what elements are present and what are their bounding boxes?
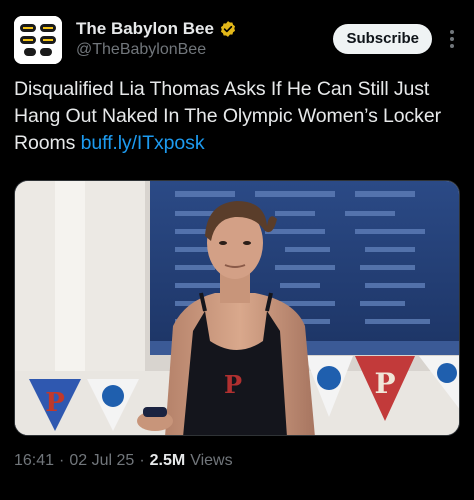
views-label: Views [190,452,233,469]
views-count[interactable]: 2.5M [150,452,186,470]
post-date[interactable]: 02 Jul 25 [69,452,134,470]
post-body: Disqualified Lia Thomas Asks If He Can S… [14,76,460,157]
subscribe-button[interactable]: Subscribe [333,24,432,54]
banner-letter: P [45,388,65,418]
verified-badge-icon [220,21,235,37]
post-header: The Babylon Bee @TheBabylonBee Subscribe [14,16,460,68]
photo-image: P P P [15,181,459,435]
display-name[interactable]: The Babylon Bee [76,19,214,39]
name-row: The Babylon Bee [76,19,237,39]
more-vertical-icon[interactable] [444,27,460,51]
bee-logo-icon [14,16,62,64]
svg-text:P: P [374,367,395,400]
post-link[interactable]: buff.ly/ITxposk [81,132,205,154]
post-meta: 16:41 · 02 Jul 25 · 2.5M Views [14,452,233,470]
avatar[interactable] [14,16,62,64]
svg-text:P: P [224,370,242,399]
post-image[interactable]: P P P [14,180,460,436]
separator: · [139,452,145,469]
post-text: Disqualified Lia Thomas Asks If He Can S… [14,78,441,154]
separator: · [59,452,65,469]
handle[interactable]: @TheBabylonBee [76,41,206,59]
post-time[interactable]: 16:41 [14,452,54,470]
